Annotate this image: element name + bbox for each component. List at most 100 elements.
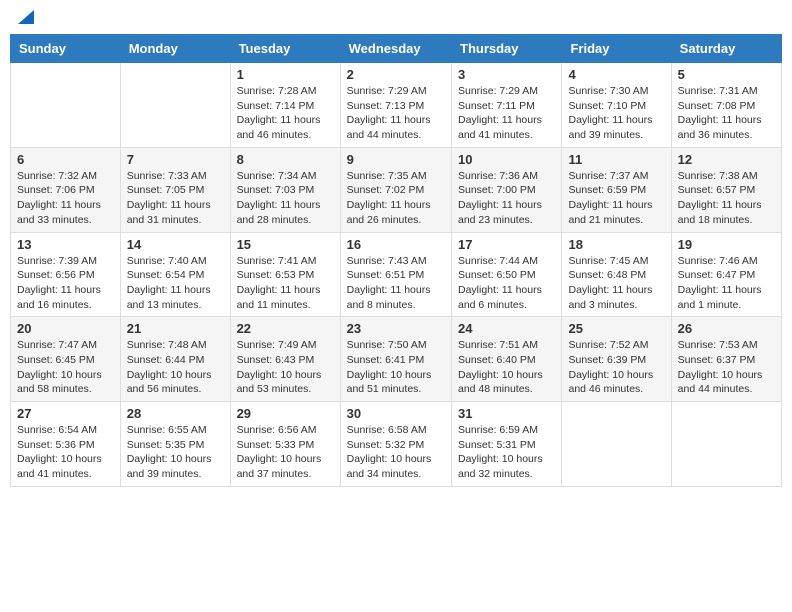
day-info: Sunrise: 7:47 AM Sunset: 6:45 PM Dayligh… <box>17 338 114 397</box>
day-number: 12 <box>678 152 775 167</box>
calendar-cell: 7 Sunrise: 7:33 AM Sunset: 7:05 PM Daylig… <box>120 147 230 232</box>
day-info: Sunrise: 7:46 AM Sunset: 6:47 PM Dayligh… <box>678 254 775 313</box>
day-header-thursday: Thursday <box>452 35 562 63</box>
day-info: Sunrise: 7:34 AM Sunset: 7:03 PM Dayligh… <box>237 169 334 228</box>
day-number: 5 <box>678 67 775 82</box>
day-info: Sunrise: 7:35 AM Sunset: 7:02 PM Dayligh… <box>347 169 445 228</box>
calendar-cell: 25 Sunrise: 7:52 AM Sunset: 6:39 PM Dayli… <box>562 317 671 402</box>
day-number: 29 <box>237 406 334 421</box>
calendar-cell: 28 Sunrise: 6:55 AM Sunset: 5:35 PM Dayli… <box>120 402 230 487</box>
day-number: 25 <box>568 321 664 336</box>
calendar-week-row: 20 Sunrise: 7:47 AM Sunset: 6:45 PM Dayli… <box>11 317 782 402</box>
calendar-cell: 3 Sunrise: 7:29 AM Sunset: 7:11 PM Daylig… <box>452 63 562 148</box>
calendar-cell: 29Sunrise: 6:56 AM Sunset: 5:33 PM Dayli… <box>230 402 340 487</box>
day-header-sunday: Sunday <box>11 35 121 63</box>
day-info: Sunrise: 6:59 AM Sunset: 5:31 PM Dayligh… <box>458 423 555 482</box>
day-number: 16 <box>347 237 445 252</box>
day-info: Sunrise: 7:50 AM Sunset: 6:41 PM Dayligh… <box>347 338 445 397</box>
day-info: Sunrise: 7:29 AM Sunset: 7:13 PM Dayligh… <box>347 84 445 143</box>
calendar-cell: 2 Sunrise: 7:29 AM Sunset: 7:13 PM Daylig… <box>340 63 451 148</box>
calendar-cell: 15 Sunrise: 7:41 AM Sunset: 6:53 PM Dayli… <box>230 232 340 317</box>
day-number: 3 <box>458 67 555 82</box>
day-number: 11 <box>568 152 664 167</box>
calendar-cell: 21 Sunrise: 7:48 AM Sunset: 6:44 PM Dayli… <box>120 317 230 402</box>
day-info: Sunrise: 7:32 AM Sunset: 7:06 PM Dayligh… <box>17 169 114 228</box>
day-number: 2 <box>347 67 445 82</box>
day-number: 7 <box>127 152 224 167</box>
calendar-week-row: 27Sunrise: 6:54 AM Sunset: 5:36 PM Dayli… <box>11 402 782 487</box>
calendar-cell: 18 Sunrise: 7:45 AM Sunset: 6:48 PM Dayli… <box>562 232 671 317</box>
calendar-cell: 23 Sunrise: 7:50 AM Sunset: 6:41 PM Dayli… <box>340 317 451 402</box>
day-number: 1 <box>237 67 334 82</box>
day-header-wednesday: Wednesday <box>340 35 451 63</box>
calendar-cell: 6 Sunrise: 7:32 AM Sunset: 7:06 PM Daylig… <box>11 147 121 232</box>
day-number: 23 <box>347 321 445 336</box>
calendar-cell: 9Sunrise: 7:35 AM Sunset: 7:02 PM Daylig… <box>340 147 451 232</box>
day-number: 22 <box>237 321 334 336</box>
day-info: Sunrise: 7:28 AM Sunset: 7:14 PM Dayligh… <box>237 84 334 143</box>
logo-icon <box>16 6 36 26</box>
calendar-cell: 1 Sunrise: 7:28 AM Sunset: 7:14 PM Daylig… <box>230 63 340 148</box>
day-info: Sunrise: 7:37 AM Sunset: 6:59 PM Dayligh… <box>568 169 664 228</box>
day-number: 10 <box>458 152 555 167</box>
calendar-week-row: 1 Sunrise: 7:28 AM Sunset: 7:14 PM Daylig… <box>11 63 782 148</box>
day-number: 30 <box>347 406 445 421</box>
calendar-cell: 4Sunrise: 7:30 AM Sunset: 7:10 PM Daylig… <box>562 63 671 148</box>
calendar-cell <box>120 63 230 148</box>
day-info: Sunrise: 7:52 AM Sunset: 6:39 PM Dayligh… <box>568 338 664 397</box>
calendar-cell <box>671 402 781 487</box>
day-info: Sunrise: 7:51 AM Sunset: 6:40 PM Dayligh… <box>458 338 555 397</box>
day-info: Sunrise: 7:48 AM Sunset: 6:44 PM Dayligh… <box>127 338 224 397</box>
day-number: 26 <box>678 321 775 336</box>
day-info: Sunrise: 7:29 AM Sunset: 7:11 PM Dayligh… <box>458 84 555 143</box>
day-info: Sunrise: 7:53 AM Sunset: 6:37 PM Dayligh… <box>678 338 775 397</box>
day-info: Sunrise: 7:36 AM Sunset: 7:00 PM Dayligh… <box>458 169 555 228</box>
calendar-cell: 13Sunrise: 7:39 AM Sunset: 6:56 PM Dayli… <box>11 232 121 317</box>
day-info: Sunrise: 7:41 AM Sunset: 6:53 PM Dayligh… <box>237 254 334 313</box>
day-info: Sunrise: 7:44 AM Sunset: 6:50 PM Dayligh… <box>458 254 555 313</box>
day-header-friday: Friday <box>562 35 671 63</box>
calendar-cell: 27Sunrise: 6:54 AM Sunset: 5:36 PM Dayli… <box>11 402 121 487</box>
logo <box>14 10 36 26</box>
day-number: 15 <box>237 237 334 252</box>
day-number: 19 <box>678 237 775 252</box>
day-info: Sunrise: 7:40 AM Sunset: 6:54 PM Dayligh… <box>127 254 224 313</box>
day-number: 18 <box>568 237 664 252</box>
calendar-cell: 24 Sunrise: 7:51 AM Sunset: 6:40 PM Dayli… <box>452 317 562 402</box>
day-info: Sunrise: 6:58 AM Sunset: 5:32 PM Dayligh… <box>347 423 445 482</box>
day-number: 28 <box>127 406 224 421</box>
day-number: 6 <box>17 152 114 167</box>
day-info: Sunrise: 7:39 AM Sunset: 6:56 PM Dayligh… <box>17 254 114 313</box>
day-info: Sunrise: 7:43 AM Sunset: 6:51 PM Dayligh… <box>347 254 445 313</box>
day-number: 31 <box>458 406 555 421</box>
day-header-monday: Monday <box>120 35 230 63</box>
calendar-cell <box>562 402 671 487</box>
calendar-cell: 20 Sunrise: 7:47 AM Sunset: 6:45 PM Dayli… <box>11 317 121 402</box>
day-header-saturday: Saturday <box>671 35 781 63</box>
calendar-cell: 30 Sunrise: 6:58 AM Sunset: 5:32 PM Dayli… <box>340 402 451 487</box>
calendar-cell: 16 Sunrise: 7:43 AM Sunset: 6:51 PM Dayli… <box>340 232 451 317</box>
day-info: Sunrise: 7:31 AM Sunset: 7:08 PM Dayligh… <box>678 84 775 143</box>
day-number: 14 <box>127 237 224 252</box>
calendar-cell: 26 Sunrise: 7:53 AM Sunset: 6:37 PM Dayli… <box>671 317 781 402</box>
day-info: Sunrise: 7:33 AM Sunset: 7:05 PM Dayligh… <box>127 169 224 228</box>
day-number: 20 <box>17 321 114 336</box>
calendar-cell: 12Sunrise: 7:38 AM Sunset: 6:57 PM Dayli… <box>671 147 781 232</box>
calendar-table: SundayMondayTuesdayWednesdayThursdayFrid… <box>10 34 782 487</box>
calendar-cell: 14 Sunrise: 7:40 AM Sunset: 6:54 PM Dayli… <box>120 232 230 317</box>
calendar-cell: 19 Sunrise: 7:46 AM Sunset: 6:47 PM Dayli… <box>671 232 781 317</box>
day-info: Sunrise: 7:45 AM Sunset: 6:48 PM Dayligh… <box>568 254 664 313</box>
calendar-cell: 5 Sunrise: 7:31 AM Sunset: 7:08 PM Daylig… <box>671 63 781 148</box>
day-info: Sunrise: 6:55 AM Sunset: 5:35 PM Dayligh… <box>127 423 224 482</box>
day-number: 24 <box>458 321 555 336</box>
day-info: Sunrise: 7:49 AM Sunset: 6:43 PM Dayligh… <box>237 338 334 397</box>
day-number: 21 <box>127 321 224 336</box>
calendar-cell: 22 Sunrise: 7:49 AM Sunset: 6:43 PM Dayli… <box>230 317 340 402</box>
calendar-cell: 8 Sunrise: 7:34 AM Sunset: 7:03 PM Daylig… <box>230 147 340 232</box>
page-header <box>10 10 782 26</box>
day-number: 8 <box>237 152 334 167</box>
calendar-cell: 17Sunrise: 7:44 AM Sunset: 6:50 PM Dayli… <box>452 232 562 317</box>
day-header-tuesday: Tuesday <box>230 35 340 63</box>
day-info: Sunrise: 6:54 AM Sunset: 5:36 PM Dayligh… <box>17 423 114 482</box>
calendar-week-row: 13Sunrise: 7:39 AM Sunset: 6:56 PM Dayli… <box>11 232 782 317</box>
